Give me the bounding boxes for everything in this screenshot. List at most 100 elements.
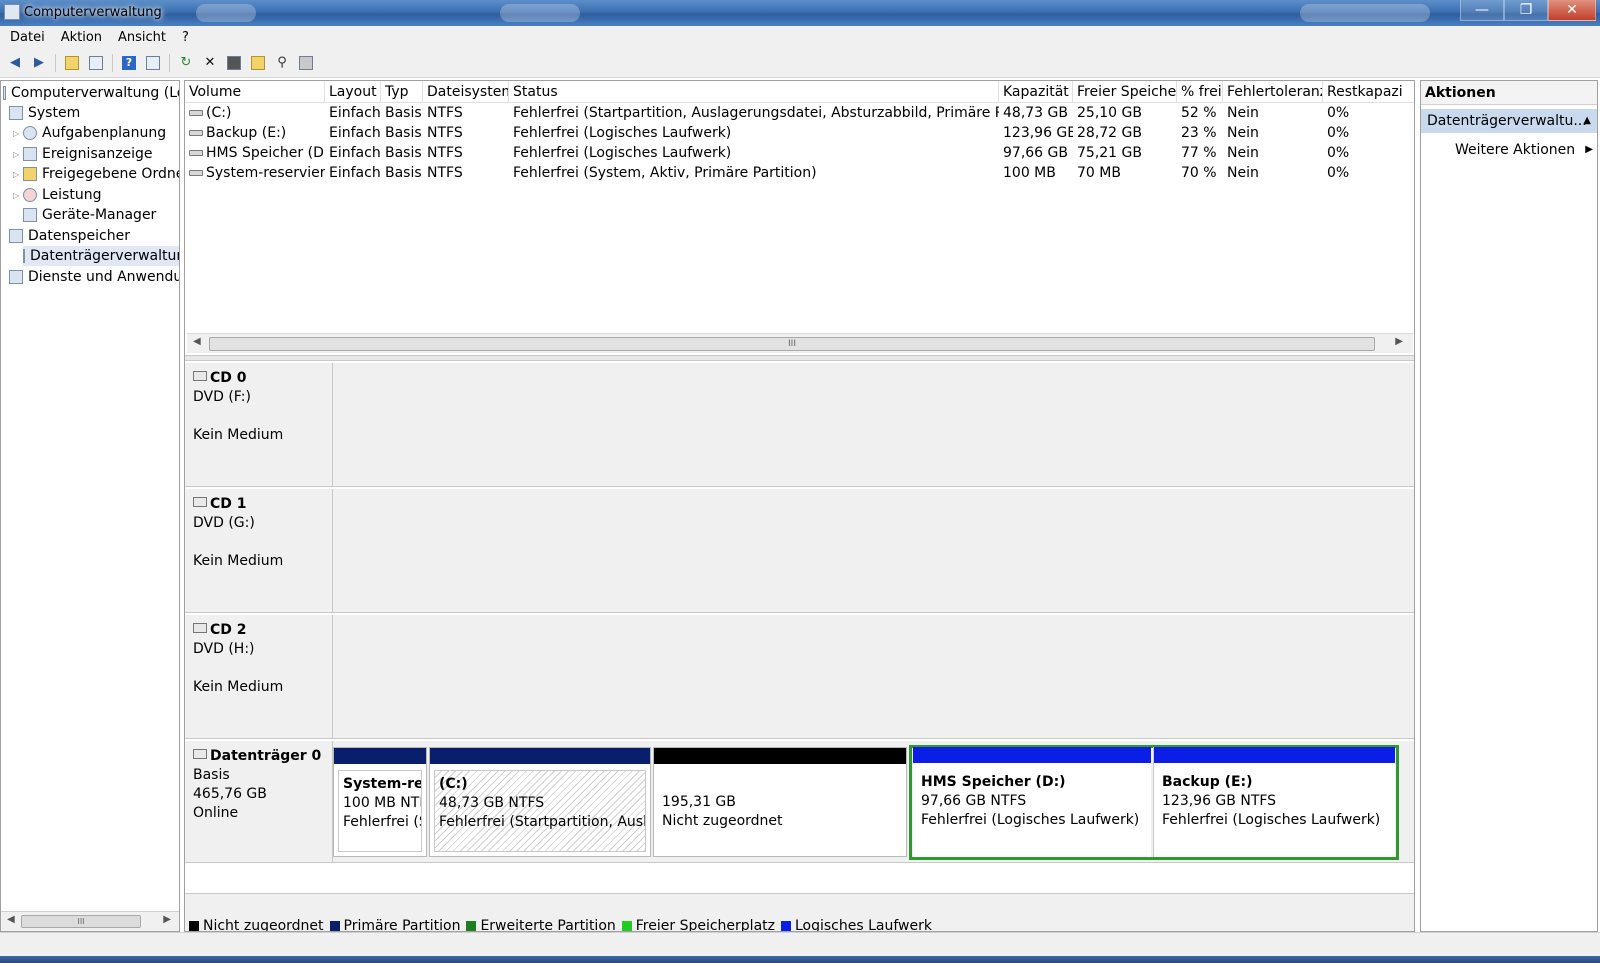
col-volume[interactable]: Volume: [185, 81, 325, 103]
legend-swatch: [621, 921, 632, 931]
tree-datentraegerverwaltung[interactable]: Datenträgerverwaltur: [23, 246, 179, 266]
expand-arrow-icon[interactable]: ▷: [13, 150, 23, 159]
expand-arrow-icon[interactable]: ▷: [13, 129, 23, 138]
title-decoration: [1300, 4, 1430, 22]
scroll-thumb[interactable]: III: [209, 337, 1375, 351]
forward-icon[interactable]: ▶: [28, 52, 50, 74]
cell-layout: Einfach: [329, 165, 381, 181]
tree-label: Ereignisanzeige: [42, 146, 153, 162]
partition-size: 48,73 GB NTFS: [439, 795, 545, 811]
expand-arrow-icon[interactable]: ▷: [13, 170, 23, 179]
disk-body: System-rese 100 MB NTFS Fehlerfrei (Sy (…: [333, 741, 1414, 863]
disk-label[interactable]: Datenträger 0 Basis 465,76 GB Online: [185, 741, 333, 863]
tree-geraete-manager[interactable]: Geräte-Manager: [23, 205, 156, 225]
disk-body[interactable]: [333, 363, 1414, 487]
disk-label[interactable]: CD 1 DVD (G:) Kein Medium: [185, 489, 333, 613]
partition-c[interactable]: (C:) 48,73 GB NTFS Fehlerfrei (Startpart…: [429, 747, 651, 857]
delete-icon[interactable]: ✕: [199, 52, 221, 74]
disk-state: Kein Medium: [193, 427, 284, 443]
disk-row-datentraeger0[interactable]: Datenträger 0 Basis 465,76 GB Online Sys…: [185, 741, 1414, 865]
disk-type: Basis: [193, 767, 230, 783]
partition-status: Fehlerfrei (Logisches Laufwerk): [1162, 812, 1381, 828]
scroll-left-icon[interactable]: ◀: [7, 914, 15, 925]
partition-status: Fehlerfrei (Startpartition, Auslager: [439, 814, 646, 830]
disk-name: Datenträger 0: [210, 748, 322, 764]
table-row[interactable]: System-reserviert Einfach Basis NTFS Feh…: [185, 163, 1414, 183]
disk-body[interactable]: [333, 489, 1414, 613]
weitere-aktionen-item[interactable]: Weitere Aktionen ▶: [1455, 139, 1597, 161]
disk-settings-icon[interactable]: [295, 52, 317, 74]
properties-icon[interactable]: [142, 52, 164, 74]
menu-ansicht[interactable]: Ansicht: [110, 30, 174, 45]
disk-label[interactable]: CD 2 DVD (H:) Kein Medium: [185, 615, 333, 739]
scroll-left-icon[interactable]: ◀: [193, 336, 201, 347]
menu-help[interactable]: ?: [174, 30, 197, 45]
expand-arrow-icon[interactable]: ▷: [13, 191, 23, 200]
legend-item: Primäre Partition: [329, 918, 461, 932]
back-icon[interactable]: ◀: [4, 52, 26, 74]
table-row[interactable]: HMS Speicher (D:) Einfach Basis NTFS Feh…: [185, 143, 1414, 163]
cell-prozent-frei: 23 %: [1181, 125, 1217, 141]
cd-drive-icon: [193, 623, 207, 633]
col-freier-speicher[interactable]: Freier Speicher: [1073, 81, 1177, 103]
col-status[interactable]: Status: [509, 81, 999, 103]
minimize-button[interactable]: —: [1460, 0, 1504, 21]
tree-system[interactable]: System: [9, 103, 80, 123]
cell-restkapazitaet: 0%: [1327, 145, 1350, 161]
scroll-thumb[interactable]: III: [21, 915, 141, 928]
col-typ[interactable]: Typ: [381, 81, 423, 103]
disk-row-cd1[interactable]: CD 1 DVD (G:) Kein Medium: [185, 489, 1414, 615]
tree-leistung[interactable]: ▷ Leistung: [13, 185, 101, 205]
tree-dienste[interactable]: Dienste und Anwendung: [9, 267, 179, 287]
collapse-up-icon[interactable]: ▲: [1583, 109, 1591, 133]
tree-datenspeicher[interactable]: Datenspeicher: [9, 226, 130, 246]
close-button[interactable]: ✕: [1548, 0, 1596, 21]
col-prozent-frei[interactable]: % frei: [1177, 81, 1223, 103]
legend-swatch: [466, 921, 477, 931]
col-fehlertoleranz[interactable]: Fehlertoleranz: [1223, 81, 1323, 103]
disk-label[interactable]: CD 0 DVD (F:) Kein Medium: [185, 363, 333, 487]
tree-root[interactable]: Computerverwaltung (Loka: [3, 83, 179, 103]
cell-kapazitaet: 100 MB: [1003, 165, 1056, 181]
search-icon[interactable]: ⚲: [271, 52, 293, 74]
tree-aufgabenplanung[interactable]: ▷ Aufgabenplanung: [13, 123, 166, 143]
help-icon[interactable]: ?: [118, 52, 140, 74]
partition-d[interactable]: HMS Speicher (D:) 97,66 GB NTFS Fehlerfr…: [913, 747, 1151, 857]
legend-label: Freier Speicherplatz: [635, 918, 775, 932]
taskbar: [0, 956, 1600, 963]
col-dateisystem[interactable]: Dateisystem: [423, 81, 509, 103]
legend-item: Logisches Laufwerk: [780, 918, 932, 931]
up-folder-icon[interactable]: [61, 52, 83, 74]
pane-splitter[interactable]: [185, 355, 1414, 361]
maximize-button[interactable]: ❐: [1504, 0, 1548, 21]
disk-type: DVD (H:): [193, 641, 255, 657]
partition-info: (C:) 48,73 GB NTFS Fehlerfrei (Startpart…: [434, 770, 646, 852]
cd-drive-icon: [193, 497, 207, 507]
menu-datei[interactable]: Datei: [2, 30, 53, 45]
open-folder-icon[interactable]: [247, 52, 269, 74]
legend: Nicht zugeordnet Primäre Partition Erwei…: [185, 893, 1414, 932]
col-layout[interactable]: Layout: [325, 81, 381, 103]
refresh-icon[interactable]: ↻: [175, 52, 197, 74]
partition-e[interactable]: Backup (E:) 123,96 GB NTFS Fehlerfrei (L…: [1153, 747, 1395, 857]
col-kapazitaet[interactable]: Kapazität: [999, 81, 1073, 103]
disk-properties-icon[interactable]: [223, 52, 245, 74]
tree-ereignisanzeige[interactable]: ▷ Ereignisanzeige: [13, 144, 153, 164]
legend-label: Primäre Partition: [343, 918, 461, 932]
disk-row-cd0[interactable]: CD 0 DVD (F:) Kein Medium: [185, 363, 1414, 489]
actions-section-datentraegerverwaltung[interactable]: Datenträgerverwaltu... ▲: [1421, 109, 1597, 133]
table-row[interactable]: Backup (E:) Einfach Basis NTFS Fehlerfre…: [185, 123, 1414, 143]
table-row[interactable]: (C:) Einfach Basis NTFS Fehlerfrei (Star…: [185, 103, 1414, 123]
volume-list-horizontal-scrollbar[interactable]: ◀ III ▶: [187, 333, 1413, 353]
col-restkapazitaet[interactable]: Restkapazi: [1323, 81, 1414, 103]
partition-unallocated[interactable]: 195,31 GB Nicht zugeordnet: [653, 747, 907, 857]
scroll-right-icon[interactable]: ▶: [1395, 336, 1403, 347]
tree-horizontal-scrollbar[interactable]: ◀ III ▶: [1, 911, 179, 931]
disk-row-cd2[interactable]: CD 2 DVD (H:) Kein Medium: [185, 615, 1414, 741]
menu-aktion[interactable]: Aktion: [53, 30, 110, 45]
show-tree-icon[interactable]: [85, 52, 107, 74]
partition-system-reserved[interactable]: System-rese 100 MB NTFS Fehlerfrei (Sy: [333, 747, 427, 857]
tree-freigegebene-ordner[interactable]: ▷ Freigegebene Ordner: [13, 164, 179, 184]
scroll-right-icon[interactable]: ▶: [163, 914, 171, 925]
disk-body[interactable]: [333, 615, 1414, 739]
